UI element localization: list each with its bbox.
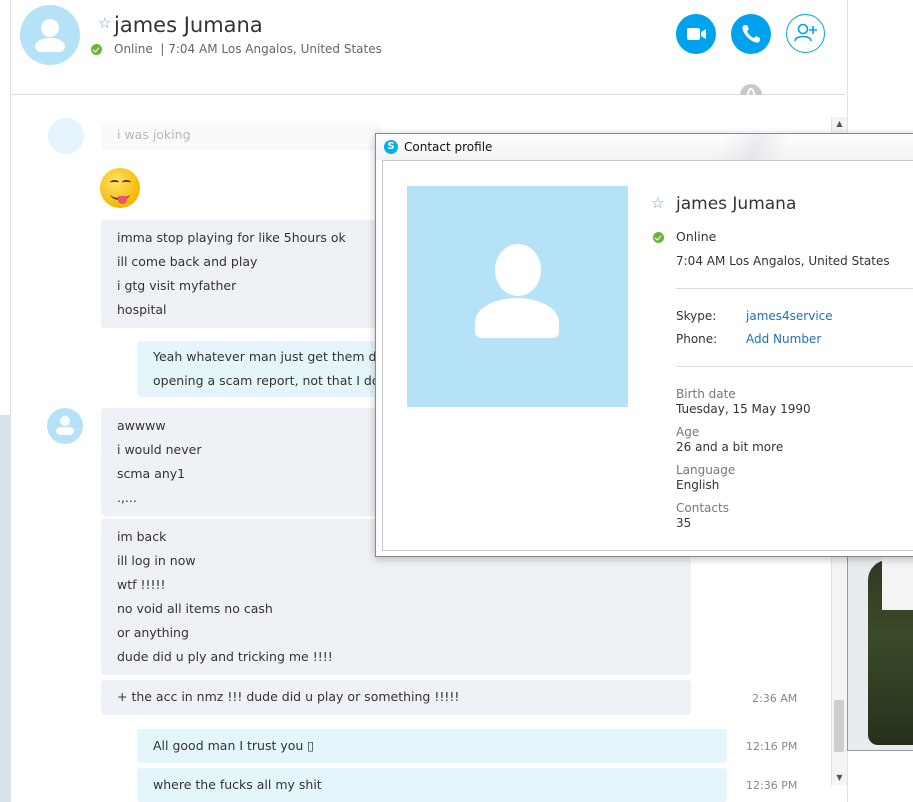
star-icon[interactable]: ☆	[651, 194, 664, 212]
profile-picture	[407, 186, 628, 407]
phone-label: Phone:	[676, 332, 718, 346]
profile-location: 7:04 AM Los Angalos, United States	[676, 254, 890, 268]
message-text: where the fucks all my shit	[153, 777, 322, 792]
message-text: i was joking	[117, 127, 191, 142]
profile-name: james Jumana	[676, 194, 797, 214]
status-line: Online | 7:04 AM Los Angalos, United Sta…	[114, 42, 382, 56]
background-photo	[847, 550, 913, 751]
message-bubble: awwww i would never scma any1 .,...	[101, 408, 411, 516]
message-text: dude did u ply and tricking me !!!!	[117, 649, 333, 664]
language-value: English	[676, 478, 720, 492]
skype-logo-icon: S	[384, 140, 398, 154]
scroll-up-arrow[interactable]: ▲	[832, 117, 847, 131]
local-time-location: 7:04 AM Los Angalos, United States	[168, 42, 382, 56]
add-number-link[interactable]: Add Number	[746, 332, 821, 346]
profile-status: Online	[676, 229, 717, 244]
message-bubble: All good man I trust you ▯	[137, 729, 727, 763]
message-text: i gtg visit myfather	[117, 278, 237, 293]
person-icon	[407, 186, 628, 407]
contact-avatar-small	[48, 118, 84, 154]
message-text: no void all items no cash	[117, 601, 273, 616]
message-timestamp: 12:36 PM	[746, 779, 798, 792]
add-people-button[interactable]	[786, 14, 825, 53]
contact-avatar[interactable]	[20, 5, 80, 65]
message-text: scma any1	[117, 466, 186, 481]
message-text: or anything	[117, 625, 189, 640]
message-bubble: + the acc in nmz !!! dude did u play or …	[101, 680, 691, 715]
birth-date-value: Tuesday, 15 May 1990	[676, 402, 811, 416]
online-status-icon	[91, 44, 102, 55]
message-text: imma stop playing for like 5hours ok	[117, 230, 346, 245]
message-text: All good man I trust you ▯	[153, 738, 315, 753]
message-text: hospital	[117, 302, 167, 317]
phone-icon	[742, 25, 760, 43]
scroll-thumb[interactable]	[834, 700, 844, 752]
contact-profile-window: S Contact profile ☆ james Jumana Online …	[375, 133, 913, 557]
contact-avatar-small[interactable]	[47, 408, 83, 444]
message-text: .,...	[117, 490, 137, 505]
status-text: Online	[114, 42, 153, 56]
message-bubble: i was joking	[101, 123, 381, 151]
message-text: i would never	[117, 442, 202, 457]
video-call-icon	[687, 28, 706, 40]
message-text: + the acc in nmz !!! dude did u play or …	[117, 689, 460, 704]
divider	[676, 288, 913, 289]
skype-label: Skype:	[676, 309, 717, 323]
contact-name[interactable]: james Jumana	[114, 13, 263, 37]
message-timestamp: 2:36 AM	[752, 692, 798, 705]
online-status-icon	[653, 232, 664, 243]
birth-date-label: Birth date	[676, 387, 736, 401]
message-bubble: imma stop playing for like 5hours ok ill…	[101, 220, 411, 328]
divider	[676, 366, 913, 367]
language-label: Language	[676, 463, 736, 477]
audio-call-button[interactable]	[731, 14, 771, 54]
profile-content: ☆ james Jumana Online 7:04 AM Los Angalo…	[382, 160, 913, 551]
skype-name-link[interactable]: james4service	[746, 309, 833, 323]
person-icon	[20, 5, 80, 65]
conversation-header: ☆ james Jumana Online | 7:04 AM Los Anga…	[11, 0, 845, 95]
tongue-out-emoticon	[100, 168, 140, 208]
age-value: 26 and a bit more	[676, 440, 784, 454]
scroll-down-arrow[interactable]: ▼	[832, 771, 847, 785]
profile-window-title: Contact profile	[404, 140, 493, 154]
contacts-count: 35	[676, 516, 692, 530]
message-text: ill come back and play	[117, 254, 258, 269]
left-panel-edge	[0, 0, 11, 802]
profile-titlebar[interactable]: S Contact profile	[376, 134, 913, 160]
left-panel-highlight	[0, 415, 10, 802]
message-text: wtf !!!!!	[117, 577, 166, 592]
status-separator: |	[160, 42, 165, 56]
person-icon	[47, 408, 83, 444]
add-person-icon	[794, 23, 817, 42]
star-icon[interactable]: ☆	[98, 14, 111, 32]
message-timestamp: 12:16 PM	[746, 740, 798, 753]
message-bubble: where the fucks all my shit	[137, 768, 727, 802]
video-call-button[interactable]	[676, 14, 716, 54]
contacts-label: Contacts	[676, 501, 729, 515]
message-text: awwww	[117, 418, 166, 433]
age-label: Age	[676, 425, 700, 439]
